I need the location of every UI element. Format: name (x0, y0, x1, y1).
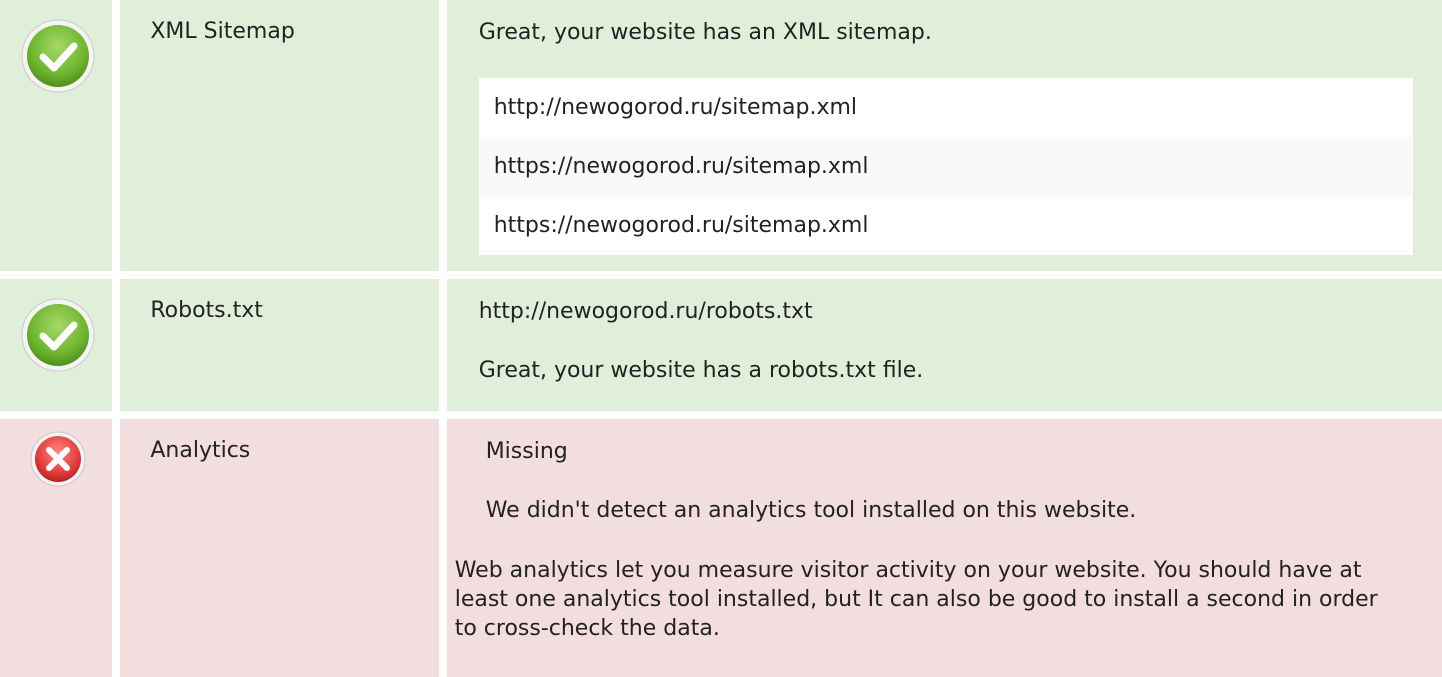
check-name: Robots.txt (120, 279, 439, 411)
check-row-analytics: Analytics Missing We didn't detect an an… (0, 419, 1442, 677)
sitemap-url: http://newogorod.ru/sitemap.xml (493, 95, 858, 120)
check-result: Great, your website has an XML sitemap. … (446, 0, 1442, 271)
robots-url: http://newogorod.ru/robots.txt (478, 299, 813, 324)
sitemap-url: https://newogorod.ru/sitemap.xml (478, 137, 1413, 196)
check-value: Missing (485, 439, 568, 464)
x-circle-icon (30, 431, 86, 487)
check-message: Great, your website has a robots.txt fil… (478, 358, 924, 383)
check-name: XML Sitemap (120, 0, 439, 271)
check-row-robots-txt: Robots.txt http://newogorod.ru/robots.tx… (0, 279, 1442, 411)
check-name: Analytics (120, 419, 439, 677)
check-message: We didn't detect an analytics tool insta… (485, 498, 1137, 523)
check-circle-icon (21, 298, 95, 372)
status-cell (0, 279, 113, 411)
status-cell (0, 0, 113, 271)
check-description: Web analytics let you measure visitor ac… (454, 558, 1378, 641)
status-cell (0, 419, 113, 677)
check-message: Great, your website has an XML sitemap. (478, 20, 932, 45)
check-circle-icon (21, 19, 95, 93)
sitemap-url: https://newogorod.ru/sitemap.xml (493, 213, 869, 238)
check-result: Missing We didn't detect an analytics to… (446, 419, 1442, 677)
sitemap-url-list: http://newogorod.ru/sitemap.xml https://… (478, 78, 1413, 255)
check-result: http://newogorod.ru/robots.txt Great, yo… (446, 279, 1442, 411)
check-row-xml-sitemap: XML Sitemap Great, your website has an X… (0, 0, 1442, 271)
